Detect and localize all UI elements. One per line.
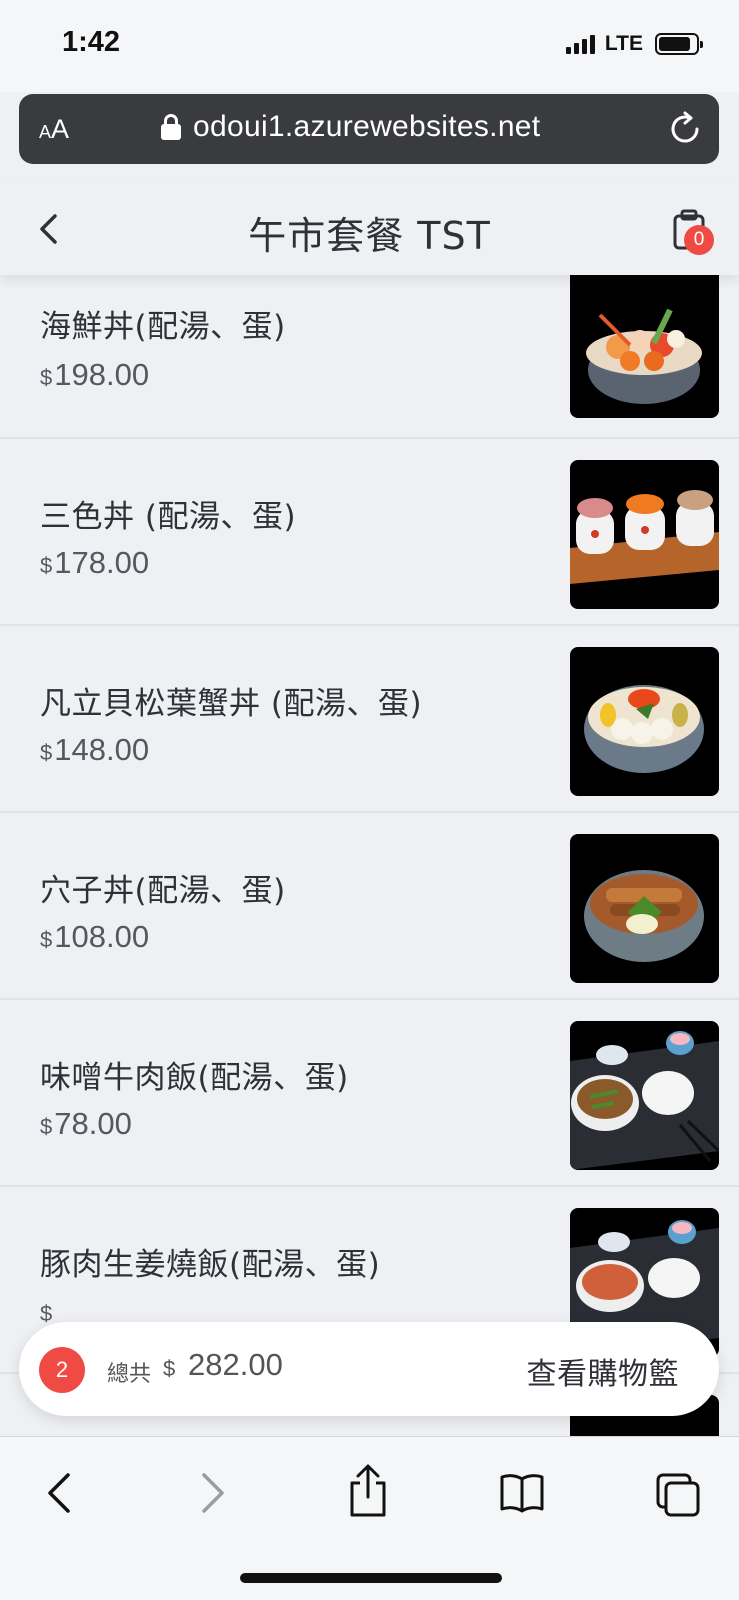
home-indicator <box>240 1573 502 1583</box>
menu-item-price: $178.00 <box>40 545 149 581</box>
lock-icon <box>161 114 181 140</box>
status-bar: 1:42 LTE <box>0 0 739 92</box>
cart-summary-bar[interactable]: 2 總共 $ 282.00 查看購物籃 <box>19 1322 719 1416</box>
status-indicators: LTE <box>565 32 703 56</box>
total-label: 總共 <box>107 1362 152 1387</box>
text-size-small-glyph: A <box>39 122 52 142</box>
menu-item-price: $148.00 <box>40 732 149 768</box>
network-type: LTE <box>604 32 643 55</box>
price-value: 148.00 <box>54 732 150 767</box>
menu-item-price: $108.00 <box>40 919 149 955</box>
cart-count-badge[interactable]: 0 <box>684 225 714 255</box>
menu-item-image[interactable] <box>570 647 719 796</box>
menu-item-name: 海鮮丼(配湯、蛋) <box>40 309 286 345</box>
currency-symbol: $ <box>40 365 53 390</box>
page-header: 午市套餐 TST <box>0 183 739 275</box>
url-display[interactable]: odoui1.azurewebsites.net <box>161 110 540 144</box>
currency-symbol: $ <box>40 1114 53 1139</box>
currency-symbol: $ <box>40 927 53 952</box>
currency-symbol: $ <box>40 1301 53 1326</box>
tabs-icon[interactable] <box>654 1471 702 1519</box>
reload-icon[interactable] <box>667 111 703 147</box>
menu-item-name: 凡立貝松葉蟹丼 (配湯、蛋) <box>40 686 423 722</box>
address-bar[interactable]: AA odoui1.azurewebsites.net <box>19 94 719 164</box>
browser-forward-icon[interactable] <box>198 1471 228 1515</box>
price-value: 178.00 <box>54 545 150 580</box>
menu-item[interactable]: 三色丼 (配湯、蛋) $178.00 <box>0 439 739 626</box>
menu-item-name: 穴子丼(配湯、蛋) <box>40 873 286 909</box>
page-title: 午市套餐 TST <box>248 214 491 258</box>
browser-back-icon[interactable] <box>44 1471 74 1515</box>
share-icon[interactable] <box>346 1463 390 1519</box>
price-value: 198.00 <box>54 357 150 392</box>
text-size-button[interactable]: AA <box>39 114 69 145</box>
bookmarks-icon[interactable] <box>498 1471 546 1515</box>
battery-icon <box>655 33 703 55</box>
menu-item-image[interactable] <box>570 1021 719 1170</box>
menu-item[interactable]: 海鮮丼(配湯、蛋) $198.00 <box>0 275 739 439</box>
menu-item-price: $78.00 <box>40 1106 132 1142</box>
price-value: 108.00 <box>54 919 150 954</box>
menu-item[interactable]: 凡立貝松葉蟹丼 (配湯、蛋) $148.00 <box>0 626 739 813</box>
menu-item-price: $198.00 <box>40 357 149 393</box>
status-time: 1:42 <box>62 26 121 58</box>
menu-item[interactable]: 穴子丼(配湯、蛋) $108.00 <box>0 813 739 1000</box>
menu-item[interactable]: 味噌牛肉飯(配湯、蛋) $78.00 <box>0 1000 739 1187</box>
menu-item-image[interactable] <box>570 834 719 983</box>
currency-symbol: $ <box>40 553 53 578</box>
menu-item-name: 味噌牛肉飯(配湯、蛋) <box>40 1060 349 1096</box>
signal-icon <box>565 34 595 54</box>
menu-item-image[interactable] <box>570 275 719 418</box>
text-size-large-glyph: A <box>51 114 70 144</box>
currency-symbol: $ <box>40 740 53 765</box>
cart-item-count-badge: 2 <box>39 1347 85 1393</box>
price-value: 78.00 <box>54 1106 132 1141</box>
total-currency: $ <box>163 1356 176 1381</box>
menu-item-name: 豚肉生姜燒飯(配湯、蛋) <box>40 1247 381 1283</box>
url-domain: odoui1.azurewebsites.net <box>193 110 541 143</box>
menu-item-name: 三色丼 (配湯、蛋) <box>40 499 297 535</box>
menu-item-image[interactable] <box>570 460 719 609</box>
total-amount: 282.00 <box>188 1347 283 1382</box>
view-cart-button[interactable]: 查看購物籃 <box>527 1349 680 1393</box>
